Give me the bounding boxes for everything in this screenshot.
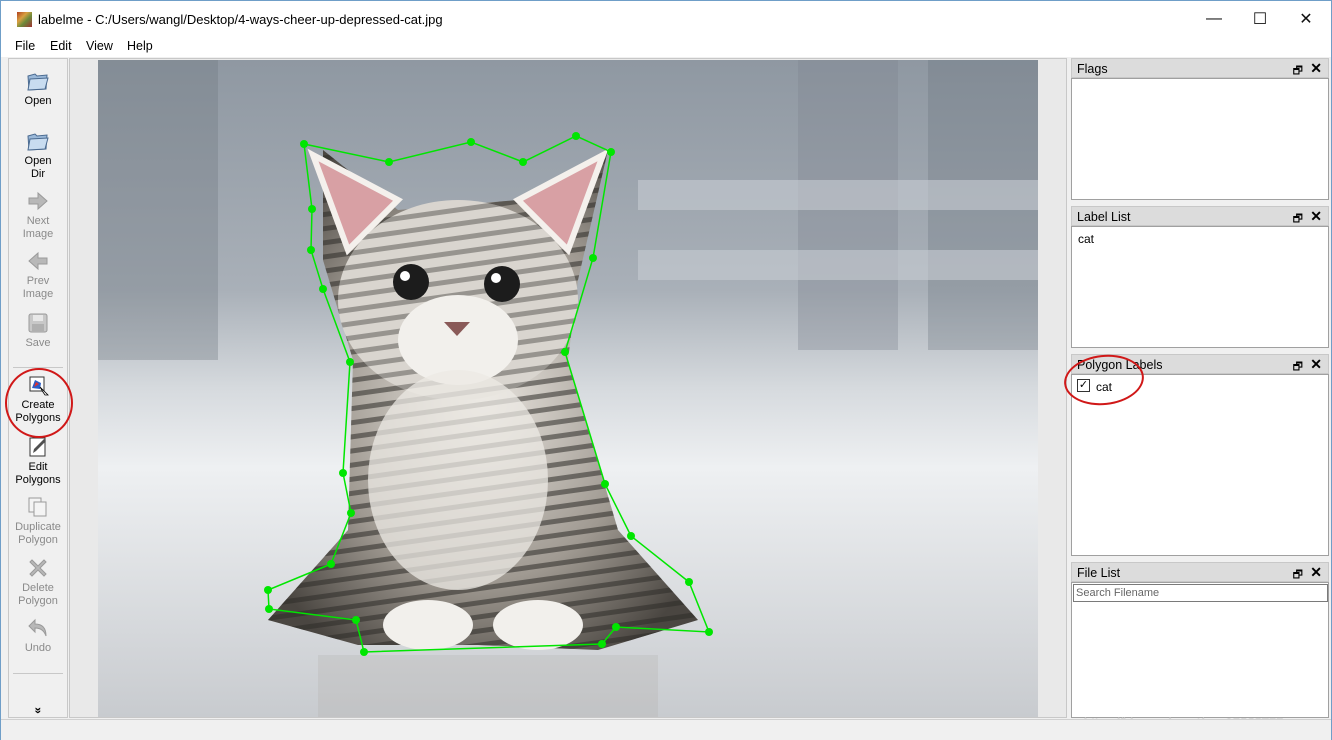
polygon-vertex[interactable] [307,246,315,254]
duplicate-icon [28,497,47,517]
polygon-vertex[interactable] [607,148,615,156]
cat-photo-illustration [98,60,1038,717]
menu-view[interactable]: View [86,39,113,53]
tool-duplicate-polygon-button[interactable]: Duplicate Polygon [9,495,67,547]
open-folder-icon [27,73,49,91]
tool-label: Image [22,288,54,300]
label-list-dock: Label List 🗗 ✕ cat [1071,206,1329,348]
delete-icon [29,559,47,577]
open-dir-icon [27,133,49,151]
dock-title-text: File List [1077,566,1121,580]
tool-label: Polygons [15,474,61,486]
close-icon[interactable]: ✕ [1310,564,1322,581]
file-list-dock: File List 🗗 ✕ [1071,562,1329,718]
toolbar-more-button[interactable]: » [32,706,46,716]
close-button[interactable]: ✕ [1283,1,1329,37]
tool-label: Edit [28,461,48,473]
labelme-window: labelme - C:/Users/wangl/Desktop/4-ways-… [0,0,1332,740]
tool-label: Save [25,337,51,349]
polygon-vertex[interactable] [264,586,272,594]
close-icon[interactable]: ✕ [1310,356,1322,373]
polygon-vertex[interactable] [346,358,354,366]
tool-label: Image [22,228,54,240]
edit-polygon-icon [29,437,46,457]
close-icon[interactable]: ✕ [1310,208,1322,225]
tool-label: Delete [22,582,54,594]
polygon-vertex[interactable] [685,578,693,586]
label-list[interactable]: cat [1071,226,1329,348]
menu-file[interactable]: File [15,39,35,53]
save-icon [28,313,48,333]
polygon-vertex[interactable] [519,158,527,166]
tool-label: Undo [24,642,52,654]
window-title: labelme - C:/Users/wangl/Desktop/4-ways-… [38,12,443,27]
tool-label: Dir [30,168,46,180]
file-list-dock-title: File List 🗗 ✕ [1071,562,1329,582]
polygon-vertex[interactable] [612,623,620,631]
annotation-circle-create-polygons [5,368,73,438]
tool-label: Polygon [18,595,58,607]
prev-arrow-icon [28,251,48,271]
dock-title-text: Label List [1077,210,1131,224]
tool-save-button[interactable]: Save [9,311,67,350]
menu-help[interactable]: Help [127,39,153,53]
tool-open-dir-button[interactable]: Open Dir [9,129,67,181]
minimize-button[interactable]: — [1191,1,1237,37]
dock-title-text: Flags [1077,62,1108,76]
polygon-vertex[interactable] [627,532,635,540]
title-bar: labelme - C:/Users/wangl/Desktop/4-ways-… [1,1,1331,37]
polygon-vertex[interactable] [589,254,597,262]
next-arrow-icon [28,191,48,211]
polygon-vertex[interactable] [347,509,355,517]
polygon-vertex[interactable] [319,285,327,293]
polygon-vertex[interactable] [352,616,360,624]
polygon-vertex[interactable] [265,605,273,613]
polygon-vertex[interactable] [327,560,335,568]
tool-label: Next [26,215,50,227]
flags-dock: Flags 🗗 ✕ [1071,58,1329,200]
maximize-button[interactable]: ☐ [1237,1,1283,37]
polygon-vertex[interactable] [385,158,393,166]
file-list[interactable] [1071,582,1329,718]
flags-list[interactable] [1071,78,1329,200]
cat-photo [98,60,1038,717]
tool-open-button[interactable]: Open [9,69,67,108]
tool-next-image-button[interactable]: Next Image [9,189,67,241]
tool-edit-polygons-button[interactable]: Edit Polygons [9,435,67,487]
labelme-app-icon [17,12,32,27]
tool-prev-image-button[interactable]: Prev Image [9,249,67,301]
label-list-dock-title: Label List 🗗 ✕ [1071,206,1329,226]
polygon-vertex[interactable] [308,205,316,213]
menu-bar: File Edit View Help [1,37,1331,57]
tool-undo-button[interactable]: Undo [9,616,67,655]
list-item[interactable]: cat [1078,232,1094,246]
polygon-vertex[interactable] [705,628,713,636]
polygon-vertex[interactable] [339,469,347,477]
image-canvas[interactable] [69,58,1067,718]
polygon-vertex[interactable] [561,348,569,356]
polygon-vertex[interactable] [300,140,308,148]
status-bar [1,719,1331,740]
menu-edit[interactable]: Edit [50,39,72,53]
tool-label: Polygon [18,534,58,546]
polygon-vertex[interactable] [598,640,606,648]
polygon-vertex[interactable] [467,138,475,146]
close-icon[interactable]: ✕ [1310,60,1322,77]
polygon-vertex[interactable] [360,648,368,656]
tool-label: Prev [26,275,50,287]
flags-dock-title: Flags 🗗 ✕ [1071,58,1329,78]
undo-icon [28,618,47,637]
tool-delete-polygon-button[interactable]: Delete Polygon [9,556,67,608]
polygon-vertex[interactable] [601,480,609,488]
toolbar-separator [13,673,63,674]
tool-label: Open [24,95,52,107]
search-filename-input[interactable] [1073,584,1328,602]
tool-label: Open [24,155,52,167]
polygon-vertex[interactable] [572,132,580,140]
tool-label: Duplicate [15,521,61,533]
